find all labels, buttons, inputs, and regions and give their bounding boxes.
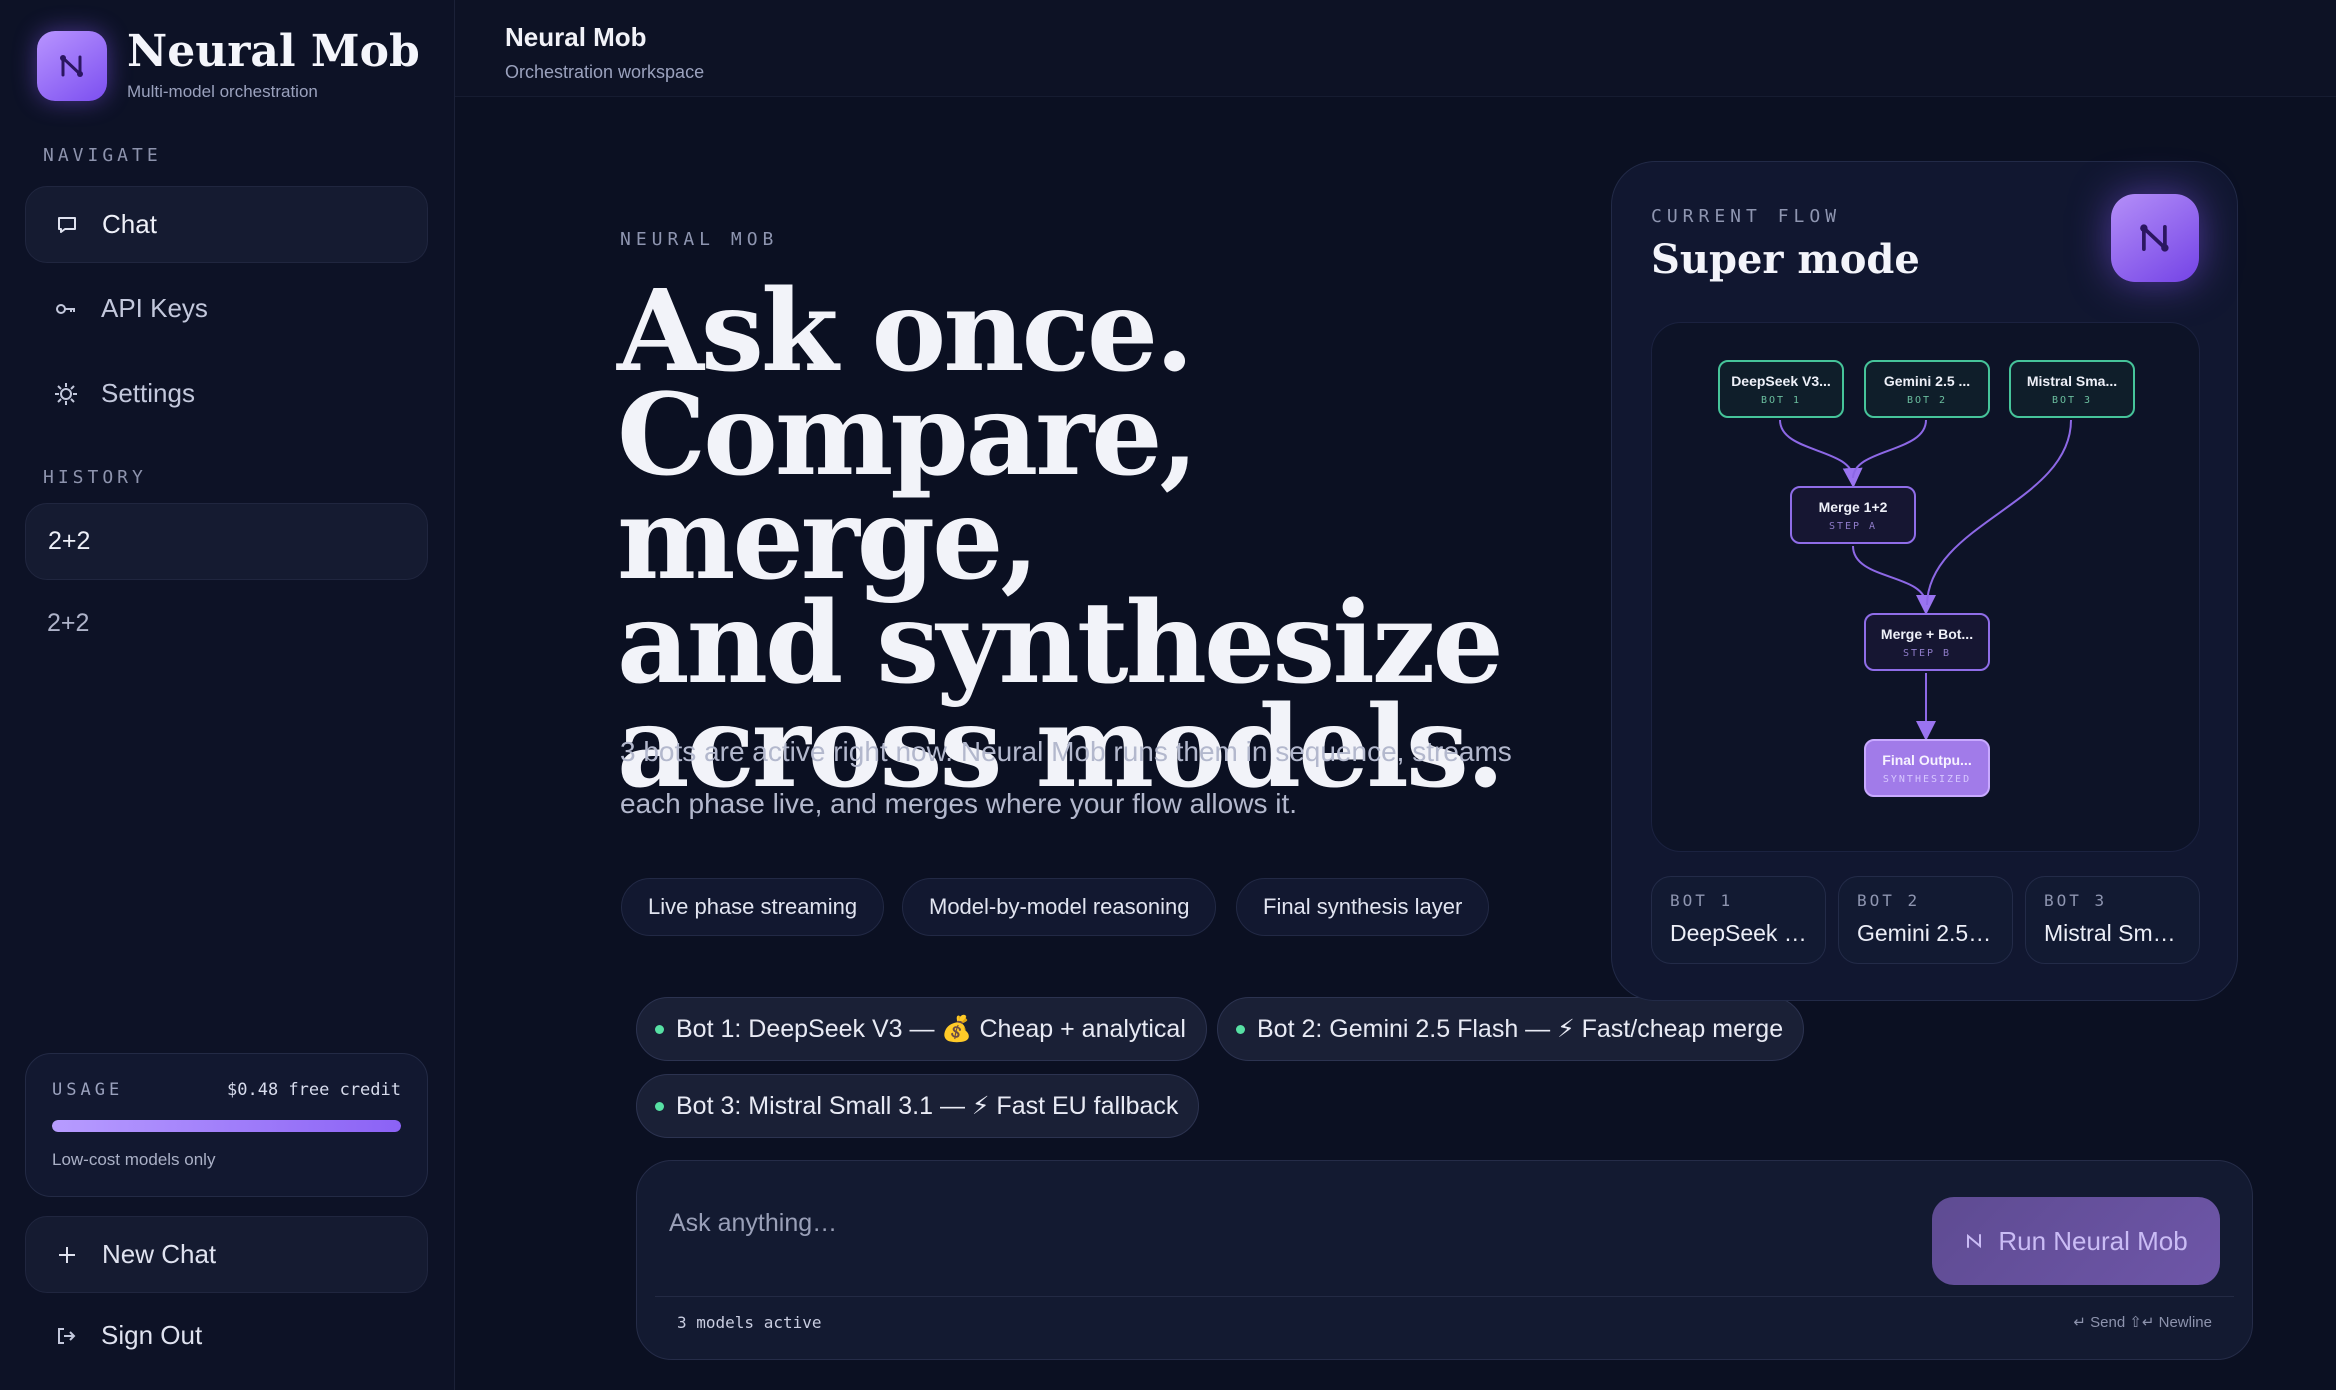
usage-label: USAGE: [52, 1080, 124, 1100]
bot-tile-1[interactable]: BOT 1 DeepSeek …: [1651, 876, 1826, 964]
neural-mob-logo-icon: [37, 31, 107, 101]
plus-icon: [52, 1240, 82, 1270]
node-subtitle: BOT 2: [1906, 394, 1948, 406]
page-title: Neural Mob: [505, 22, 647, 52]
hero-description: 3 bots are active right now. Neural Mob …: [620, 736, 1512, 819]
active-status-dot: [655, 1024, 664, 1034]
node-title: Gemini 2.5 ...: [1883, 372, 1971, 389]
bot-tile-label: BOT 2: [1857, 891, 1921, 910]
hero-headline: Ask once. Compare, merge, and synthesize…: [617, 266, 1517, 804]
active-status-dot: [655, 1101, 664, 1111]
prompt-input[interactable]: [669, 1203, 1819, 1243]
top-bar: Neural Mob Orchestration workspace: [455, 0, 2336, 97]
usage-progress-fill: [52, 1120, 401, 1132]
headline-line: Compare, merge,: [617, 370, 1199, 605]
bot-chip-2[interactable]: Bot 2: Gemini 2.5 Flash — ⚡ Fast/cheap m…: [1217, 997, 1805, 1061]
usage-card: USAGE $0.48 free credit Low-cost models …: [25, 1053, 428, 1197]
sidebar-item-label: Chat: [102, 209, 157, 239]
bot-chip-label: Bot 2: Gemini 2.5 Flash — ⚡ Fast/cheap m…: [1257, 1015, 1784, 1043]
current-flow-card: CURRENT FLOW Super mode DeepSeek V3... B…: [1611, 161, 2238, 1001]
bot-tile-3[interactable]: BOT 3 Mistral Sm…: [2025, 876, 2200, 964]
composer: Run Neural Mob 3 models active ↵ Send ⇧↵…: [636, 1160, 2253, 1360]
bot-tile-name: DeepSeek …: [1670, 920, 1807, 946]
node-subtitle: SYNTHESIZED: [1882, 773, 1972, 785]
bot-tile-2[interactable]: BOT 2 Gemini 2.5…: [1838, 876, 2013, 964]
neural-mob-logo-icon: [1964, 1231, 1984, 1251]
navigate-section-label: NAVIGATE: [43, 145, 162, 166]
brand: Neural Mob Multi-model orchestration: [37, 30, 420, 102]
usage-note: Low-cost models only: [52, 1150, 216, 1169]
node-title: Merge 1+2: [1818, 498, 1888, 515]
node-title: Merge + Bot...: [1880, 625, 1974, 642]
run-button-label: Run Neural Mob: [1998, 1225, 2188, 1256]
feature-pill: Live phase streaming: [621, 878, 885, 936]
bot-tile-name: Mistral Sm…: [2044, 920, 2176, 946]
key-icon: [51, 294, 81, 324]
flow-node-merge-b[interactable]: Merge + Bot... STEP B: [1864, 613, 1990, 671]
new-chat-button[interactable]: New Chat: [25, 1216, 428, 1293]
node-subtitle: STEP A: [1828, 520, 1878, 532]
sidebar-item-api-keys[interactable]: API Keys: [25, 270, 428, 347]
chat-bubble-icon: [52, 210, 82, 240]
headline-line: and synthesize: [617, 578, 1504, 709]
sign-out-icon: [51, 1321, 81, 1351]
run-neural-mob-button[interactable]: Run Neural Mob: [1932, 1197, 2220, 1285]
history-section-label: HISTORY: [43, 467, 147, 488]
usage-credit: $0.48 free credit: [227, 1080, 401, 1100]
sidebar-item-label: API Keys: [101, 293, 208, 323]
sidebar-item-chat[interactable]: Chat: [25, 186, 428, 263]
keyboard-hint: ↵ Send ⇧↵ Newline: [2073, 1314, 2212, 1331]
models-active-status: 3 models active: [677, 1313, 822, 1332]
page-subtitle: Orchestration workspace: [505, 62, 705, 82]
sidebar-item-settings[interactable]: Settings: [25, 355, 428, 432]
flow-node-bot-2[interactable]: Gemini 2.5 ... BOT 2: [1864, 360, 1990, 418]
bot-chip-1[interactable]: Bot 1: DeepSeek V3 — 💰 Cheap + analytica…: [636, 997, 1207, 1061]
bot-chip-3[interactable]: Bot 3: Mistral Small 3.1 — ⚡ Fast EU fal…: [636, 1074, 1200, 1138]
sign-out-button[interactable]: Sign Out: [25, 1297, 428, 1374]
flow-node-final-output[interactable]: Final Outpu... SYNTHESIZED: [1864, 739, 1990, 797]
composer-divider: [655, 1296, 2234, 1297]
node-subtitle: BOT 3: [2051, 394, 2093, 406]
bot-tile-label: BOT 1: [1670, 891, 1734, 910]
feature-pill: Final synthesis layer: [1236, 878, 1490, 936]
headline-line: Ask once.: [617, 266, 1194, 397]
flow-node-bot-3[interactable]: Mistral Sma... BOT 3: [2009, 360, 2135, 418]
flow-label: CURRENT FLOW: [1651, 206, 1842, 227]
node-subtitle: BOT 1: [1760, 394, 1802, 406]
bot-chip-label: Bot 1: DeepSeek V3 — 💰 Cheap + analytica…: [676, 1014, 1186, 1043]
sidebar: Neural Mob Multi-model orchestration NAV…: [0, 0, 455, 1390]
active-status-dot: [1236, 1024, 1245, 1034]
node-title: Final Outpu...: [1882, 751, 1972, 768]
feature-pill: Model-by-model reasoning: [902, 878, 1217, 936]
flow-diagram: DeepSeek V3... BOT 1 Gemini 2.5 ... BOT …: [1651, 322, 2200, 852]
history-item[interactable]: 2+2: [25, 585, 428, 662]
flow-node-bot-1[interactable]: DeepSeek V3... BOT 1: [1718, 360, 1844, 418]
bot-tile-name: Gemini 2.5…: [1857, 920, 1992, 946]
flow-title: Super mode: [1651, 236, 1920, 283]
usage-progress-bar: [52, 1120, 401, 1132]
brand-subtitle: Multi-model orchestration: [127, 82, 318, 101]
node-subtitle: STEP B: [1902, 647, 1952, 659]
sidebar-item-label: Settings: [101, 378, 195, 408]
hero-eyebrow: NEURAL MOB: [620, 229, 779, 250]
brand-title: Neural Mob: [127, 26, 420, 77]
sign-out-label: Sign Out: [101, 1320, 203, 1350]
bot-tile-label: BOT 3: [2044, 891, 2108, 910]
new-chat-label: New Chat: [102, 1239, 217, 1269]
neural-mob-logo-icon: [2111, 194, 2199, 282]
flow-node-merge-a[interactable]: Merge 1+2 STEP A: [1790, 486, 1916, 544]
node-title: DeepSeek V3...: [1731, 372, 1831, 389]
gear-icon: [51, 379, 81, 409]
node-title: Mistral Sma...: [2026, 372, 2118, 389]
history-item[interactable]: 2+2: [25, 503, 428, 580]
bot-chip-label: Bot 3: Mistral Small 3.1 — ⚡ Fast EU fal…: [676, 1092, 1179, 1120]
